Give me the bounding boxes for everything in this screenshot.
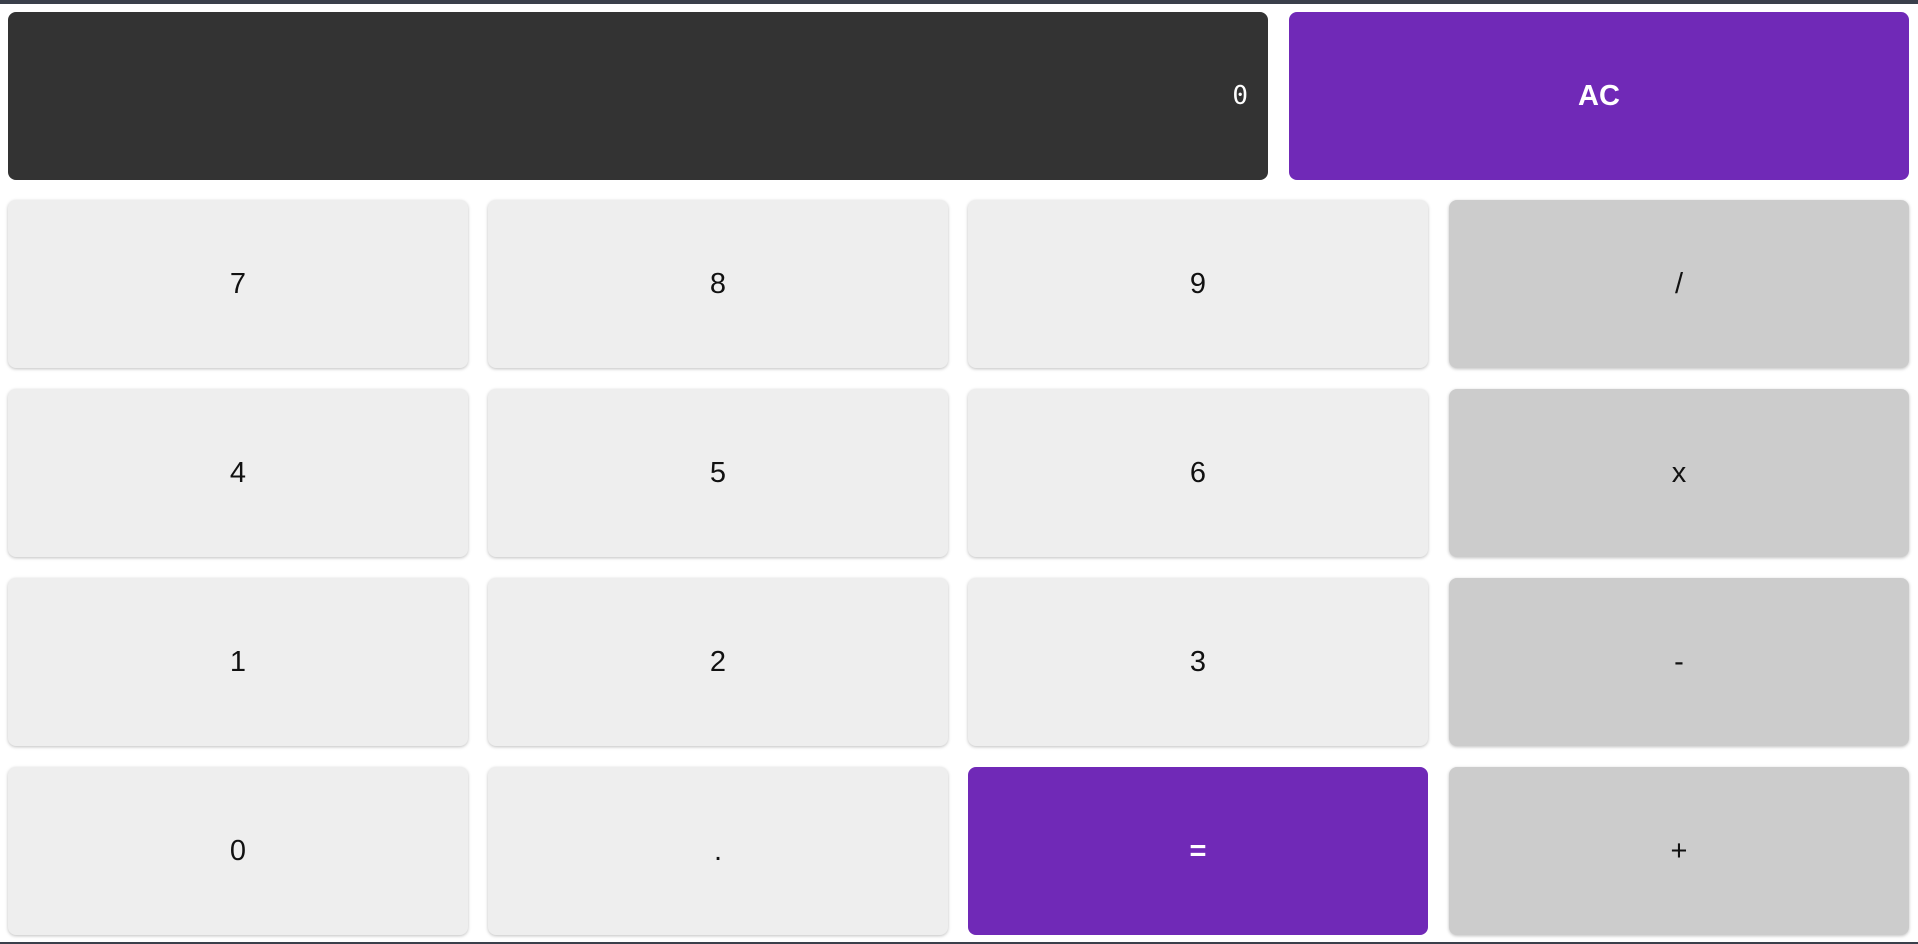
digit-5-button[interactable]: 5: [488, 389, 948, 557]
divide-button[interactable]: /: [1449, 200, 1909, 368]
digit-3-button[interactable]: 3: [968, 578, 1428, 746]
multiply-button[interactable]: x: [1449, 389, 1909, 557]
digit-9-button[interactable]: 9: [968, 200, 1428, 368]
add-button[interactable]: +: [1449, 767, 1909, 935]
digit-8-button[interactable]: 8: [488, 200, 948, 368]
digit-1-button[interactable]: 1: [8, 578, 468, 746]
subtract-button[interactable]: -: [1449, 578, 1909, 746]
calculator-display: 0: [8, 12, 1268, 180]
digit-2-button[interactable]: 2: [488, 578, 948, 746]
digit-0-button[interactable]: 0: [8, 767, 468, 935]
display-value: 0: [1232, 81, 1248, 111]
digit-7-button[interactable]: 7: [8, 200, 468, 368]
equals-button[interactable]: =: [968, 767, 1428, 935]
clear-button[interactable]: AC: [1289, 12, 1909, 180]
digit-4-button[interactable]: 4: [8, 389, 468, 557]
decimal-button[interactable]: .: [488, 767, 948, 935]
calculator: 0 AC 7 8 9 / 4 5 6 x 1 2 3 - 0 . = +: [0, 0, 1918, 944]
digit-6-button[interactable]: 6: [968, 389, 1428, 557]
